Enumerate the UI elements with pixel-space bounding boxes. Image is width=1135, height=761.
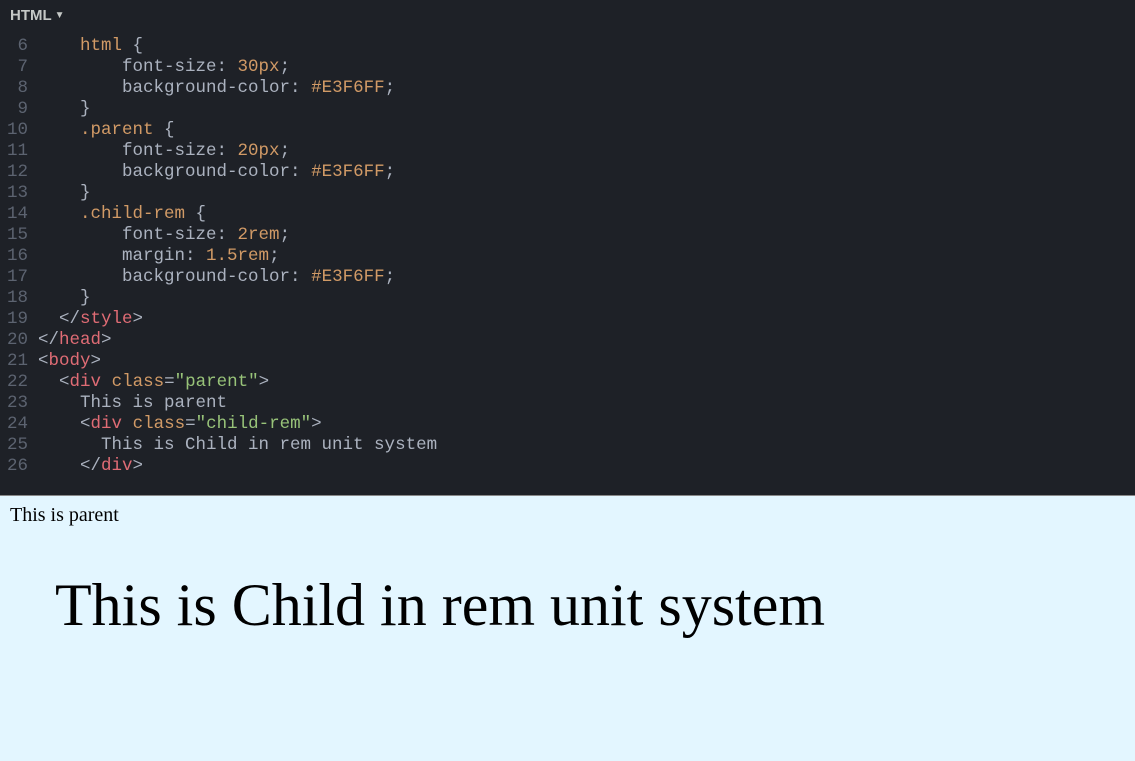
line-number: 21: [0, 351, 38, 372]
chevron-down-icon: ▼: [55, 10, 65, 21]
code-text: This is parent: [38, 393, 227, 414]
code-line[interactable]: 25 This is Child in rem unit system: [0, 435, 1135, 456]
code-text: margin: 1.5rem;: [38, 246, 280, 267]
code-text: background-color: #E3F6FF;: [38, 162, 395, 183]
preview-parent: This is parent This is Child in rem unit…: [0, 496, 1135, 638]
code-text: html {: [38, 36, 143, 57]
line-number: 7: [0, 57, 38, 78]
code-text: <div class="child-rem">: [38, 414, 322, 435]
code-text: </style>: [38, 309, 143, 330]
code-text: font-size: 2rem;: [38, 225, 290, 246]
code-text: font-size: 20px;: [38, 141, 290, 162]
line-number: 11: [0, 141, 38, 162]
code-line[interactable]: 17 background-color: #E3F6FF;: [0, 267, 1135, 288]
code-text: font-size: 30px;: [38, 57, 290, 78]
code-text: background-color: #E3F6FF;: [38, 78, 395, 99]
code-line[interactable]: 7 font-size: 30px;: [0, 57, 1135, 78]
tab-label-text: HTML: [10, 7, 52, 24]
code-line[interactable]: 6 html {: [0, 36, 1135, 57]
line-number: 10: [0, 120, 38, 141]
code-text: .parent {: [38, 120, 175, 141]
code-line[interactable]: 16 margin: 1.5rem;: [0, 246, 1135, 267]
line-number: 15: [0, 225, 38, 246]
line-number: 22: [0, 372, 38, 393]
code-text: }: [38, 288, 91, 309]
preview-child-text: This is Child in rem unit system: [55, 572, 825, 638]
line-number: 18: [0, 288, 38, 309]
line-number: 17: [0, 267, 38, 288]
code-line[interactable]: 11 font-size: 20px;: [0, 141, 1135, 162]
code-text: }: [38, 183, 91, 204]
code-line[interactable]: 18 }: [0, 288, 1135, 309]
code-line[interactable]: 13 }: [0, 183, 1135, 204]
line-number: 25: [0, 435, 38, 456]
preview-pane: This is parent This is Child in rem unit…: [0, 495, 1135, 761]
line-number: 6: [0, 36, 38, 57]
code-line[interactable]: 24 <div class="child-rem">: [0, 414, 1135, 435]
code-text: }: [38, 99, 91, 120]
code-line[interactable]: 8 background-color: #E3F6FF;: [0, 78, 1135, 99]
code-line[interactable]: 14 .child-rem {: [0, 204, 1135, 225]
code-text: </head>: [38, 330, 112, 351]
language-tab[interactable]: HTML ▼: [10, 7, 65, 24]
code-line[interactable]: 12 background-color: #E3F6FF;: [0, 162, 1135, 183]
editor-tab-bar: HTML ▼: [0, 0, 1135, 30]
code-text: <div class="parent">: [38, 372, 269, 393]
code-line[interactable]: 10 .parent {: [0, 120, 1135, 141]
code-line[interactable]: 22 <div class="parent">: [0, 372, 1135, 393]
line-number: 24: [0, 414, 38, 435]
line-number: 16: [0, 246, 38, 267]
code-editor[interactable]: 6 html {7 font-size: 30px;8 background-c…: [0, 30, 1135, 495]
code-text: background-color: #E3F6FF;: [38, 267, 395, 288]
code-line[interactable]: 23 This is parent: [0, 393, 1135, 414]
line-number: 20: [0, 330, 38, 351]
preview-parent-text: This is parent: [10, 504, 119, 526]
line-number: 19: [0, 309, 38, 330]
code-line[interactable]: 15 font-size: 2rem;: [0, 225, 1135, 246]
line-number: 26: [0, 456, 38, 477]
line-number: 23: [0, 393, 38, 414]
code-line[interactable]: 20</head>: [0, 330, 1135, 351]
code-line[interactable]: 26 </div>: [0, 456, 1135, 477]
code-line[interactable]: 21<body>: [0, 351, 1135, 372]
code-text: This is Child in rem unit system: [38, 435, 437, 456]
code-line[interactable]: 19 </style>: [0, 309, 1135, 330]
line-number: 12: [0, 162, 38, 183]
code-text: .child-rem {: [38, 204, 206, 225]
line-number: 8: [0, 78, 38, 99]
code-text: <body>: [38, 351, 101, 372]
line-number: 14: [0, 204, 38, 225]
preview-child: This is Child in rem unit system: [55, 572, 1090, 638]
code-line[interactable]: 9 }: [0, 99, 1135, 120]
line-number: 13: [0, 183, 38, 204]
code-text: </div>: [38, 456, 143, 477]
line-number: 9: [0, 99, 38, 120]
